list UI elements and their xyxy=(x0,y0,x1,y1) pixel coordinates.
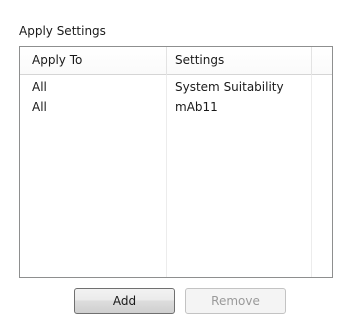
column-header-apply-to[interactable]: Apply To xyxy=(20,47,167,75)
list-row[interactable]: All System Suitability xyxy=(20,77,332,97)
remove-button[interactable]: Remove xyxy=(185,288,286,314)
cell-apply-to: All xyxy=(32,100,47,114)
list-body: All System Suitability All mAb11 xyxy=(20,75,332,277)
column-header-filler xyxy=(312,47,332,75)
column-header-settings[interactable]: Settings xyxy=(167,47,312,75)
group-title: Apply Settings xyxy=(19,24,106,38)
list-row[interactable]: All mAb11 xyxy=(20,97,332,117)
cell-apply-to: All xyxy=(32,80,47,94)
apply-settings-panel: Apply Settings Apply To Settings All Sys… xyxy=(0,0,343,324)
cell-settings: mAb11 xyxy=(175,100,218,114)
cell-settings: System Suitability xyxy=(175,80,284,94)
settings-list[interactable]: Apply To Settings All System Suitability… xyxy=(19,46,333,278)
list-header: Apply To Settings xyxy=(20,47,332,75)
add-button[interactable]: Add xyxy=(74,288,175,314)
